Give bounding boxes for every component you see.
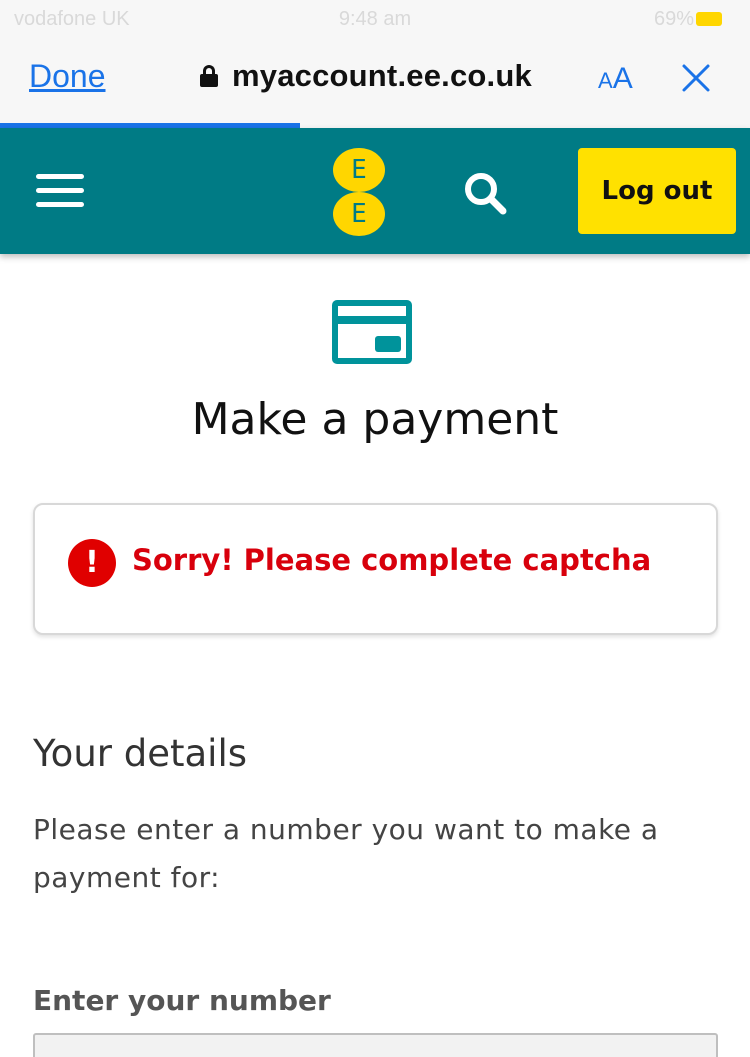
logo-letter-top: E: [333, 148, 385, 192]
page-title: Make a payment: [191, 394, 559, 445]
done-button[interactable]: Done: [29, 58, 106, 95]
browser-toolbar: Done myaccount.ee.co.uk AA: [0, 40, 750, 128]
clock: 9:48 am: [338, 8, 412, 30]
status-bar: vodafone UK 9:48 am 69%: [0, 0, 750, 40]
logo-letter-bottom: E: [333, 192, 385, 236]
address-bar[interactable]: myaccount.ee.co.uk: [200, 58, 532, 94]
lock-icon: [200, 65, 218, 87]
text-size-big-glyph: A: [612, 62, 633, 95]
section-heading: Your details: [33, 732, 248, 775]
error-message: Sorry! Please complete captcha: [132, 543, 652, 577]
ee-logo[interactable]: E E: [333, 148, 385, 236]
credit-card-icon: [332, 300, 412, 364]
logout-button[interactable]: Log out: [578, 148, 736, 234]
battery-percent: 69%: [653, 8, 694, 30]
battery-icon: [696, 12, 722, 26]
section-description: Please enter a number you want to make a…: [33, 813, 659, 894]
number-field-label: Enter your number: [33, 984, 331, 1017]
close-icon[interactable]: [680, 62, 712, 94]
text-size-button[interactable]: AA: [598, 62, 633, 96]
error-alert: ! Sorry! Please complete captcha: [33, 503, 718, 635]
site-header: E E Log out: [0, 128, 750, 254]
text-size-small-glyph: A: [598, 68, 613, 93]
hamburger-menu-icon[interactable]: [36, 174, 84, 208]
phone-number-input[interactable]: [33, 1033, 718, 1057]
search-icon[interactable]: [462, 170, 508, 216]
error-icon: !: [68, 539, 116, 587]
url-text: myaccount.ee.co.uk: [232, 58, 532, 93]
